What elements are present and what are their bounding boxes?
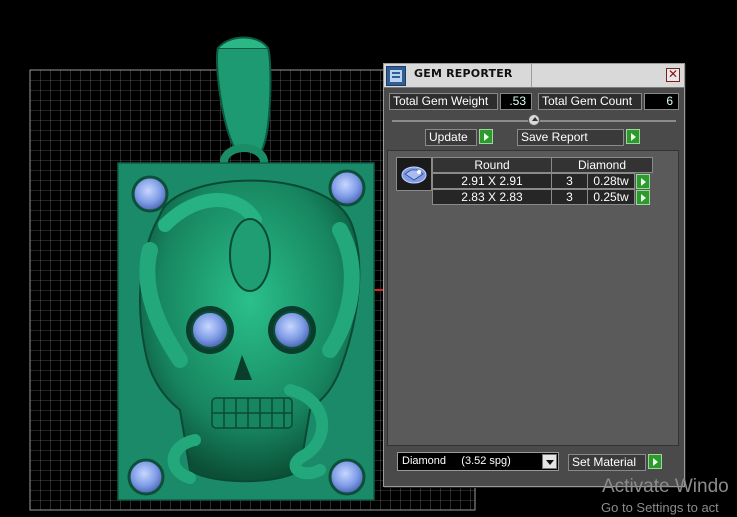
set-material-button[interactable]: Set Material [568,454,646,471]
size-slider-thumb[interactable] [528,114,540,126]
table-row-2-weight: 0.25tw [587,189,635,205]
table-row-1-size: 2.91 X 2.91 [432,173,552,189]
round-gem-icon[interactable] [396,157,432,191]
total-gem-weight-label: Total Gem Weight [389,93,498,110]
gem-reporter-panel: GEM REPORTER ✕ Total Gem Weight .53 Tota… [383,63,685,487]
titlebar-divider [531,64,532,87]
update-go-icon[interactable] [479,129,493,144]
table-row-2-count: 3 [551,189,588,205]
table-row-2-go-icon[interactable] [636,190,650,205]
panel-title: GEM REPORTER [414,67,513,80]
chevron-down-icon[interactable] [542,454,557,469]
table-row-1-weight: 0.28tw [587,173,635,189]
total-gem-weight-value: .53 [500,93,532,110]
panel-titlebar[interactable]: GEM REPORTER ✕ [384,64,684,88]
table-row-1-count: 3 [551,173,588,189]
gem-reporter-app-icon [386,66,406,86]
column-header-material: Diamond [551,157,653,173]
set-material-go-icon[interactable] [648,454,662,469]
column-header-shape: Round [432,157,552,173]
close-icon[interactable]: ✕ [666,68,680,82]
activation-watermark-subtitle: Go to Settings to act [601,500,719,515]
table-row-2-size: 2.83 X 2.83 [432,189,552,205]
material-select[interactable]: Diamond (3.52 spg) [397,452,559,471]
table-row-1-go-icon[interactable] [636,174,650,189]
material-select-value: Diamond (3.52 spg) [402,455,511,467]
total-gem-count-value: 6 [644,93,679,110]
gem-table-area: Round Diamond 2.91 X 2.91 3 0.28tw 2.83 … [387,150,679,446]
total-gem-count-label: Total Gem Count [538,93,642,110]
save-report-go-icon[interactable] [626,129,640,144]
save-report-button[interactable]: Save Report [517,129,624,146]
update-button[interactable]: Update [425,129,477,146]
activation-watermark-title: Activate Windo [602,476,729,497]
